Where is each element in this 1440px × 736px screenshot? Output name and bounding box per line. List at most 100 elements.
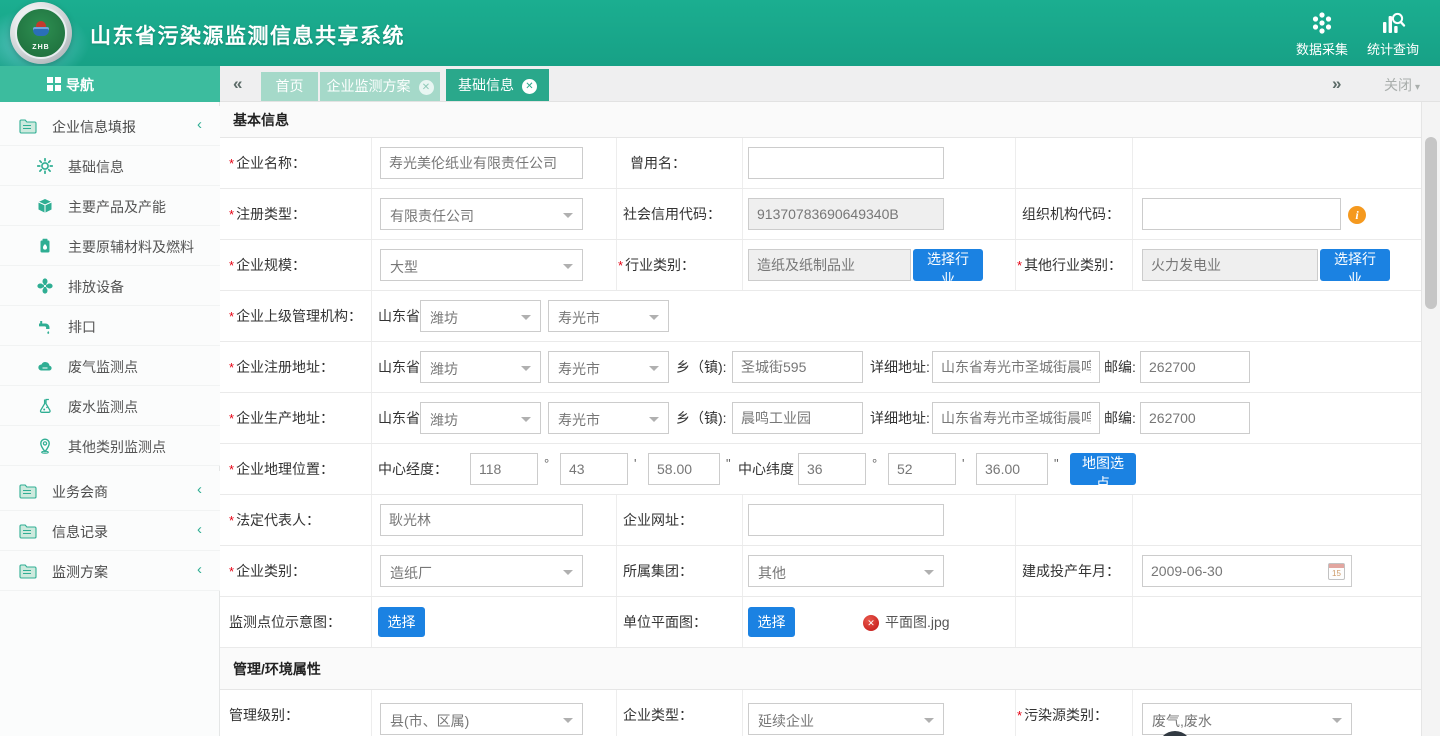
stats-query-button[interactable]: 统计查询 [1362,10,1424,58]
sidebar-item-enterprise-info-fill[interactable]: 企业信息填报 ‹ [0,106,220,146]
reg-detail-input[interactable] [932,351,1100,383]
prod-city-select[interactable]: 潍坊 [420,402,541,434]
reg-city-select[interactable]: 潍坊 [420,351,541,383]
fuel-icon [37,238,53,254]
prod-detail-input[interactable] [932,402,1100,434]
mgmt-level-select[interactable]: 县(市、区属) [380,703,583,735]
company-name-input[interactable] [380,147,583,179]
select-other-industry-button[interactable]: 选择行业 [1320,249,1390,281]
select-industry-button[interactable]: 选择行业 [913,249,983,281]
lat-deg-input[interactable] [798,453,866,485]
divider [1015,138,1016,188]
divider [371,597,372,647]
outlet-icon [37,318,53,334]
sidebar-item-business-consult[interactable]: 业务会商 ‹ [0,471,220,511]
divider [371,342,372,392]
lng-deg-input[interactable] [470,453,538,485]
divider [371,240,372,290]
sidebar-item-info-records[interactable]: 信息记录 ‹ [0,511,220,551]
sidebar-item-monitor-plan[interactable]: 监测方案 ‹ [0,551,220,591]
reg-county-select[interactable]: 寿光市 [548,351,669,383]
org-code-label: 组织机构代码： [1022,189,1120,240]
divider [742,597,743,647]
prod-county-select[interactable]: 寿光市 [548,402,669,434]
app-title: 山东省污染源监测信息共享系统 [90,20,405,50]
industry-label: *行业类别： [618,240,695,291]
info-icon[interactable]: i [1348,206,1366,224]
calendar-icon[interactable]: 15 [1328,563,1345,580]
divider [742,240,743,290]
location-pin-icon [37,438,53,454]
website-input[interactable] [748,504,944,536]
select-plan-button[interactable]: 选择 [748,607,795,637]
reg-address-label: *企业注册地址： [229,342,334,393]
data-collect-label: 数据采集 [1296,42,1348,57]
section-basic-info: 基本信息 [220,102,1421,138]
company-category-select[interactable]: 造纸厂 [380,555,583,587]
delete-file-icon[interactable]: ✕ [863,615,879,631]
close-icon[interactable]: ✕ [419,80,434,95]
logo-emblem: ZHB [15,7,67,59]
industry-input[interactable] [748,249,911,281]
tab-basic-label: 基础信息 [458,77,514,93]
reg-zip-input[interactable] [1140,351,1250,383]
divider [371,690,372,736]
lng-sec-input[interactable] [648,453,720,485]
form-row-company-name: *企业名称： 曾用名： [220,138,1421,189]
parent-org-county-select[interactable]: 寿光市 [548,300,669,332]
prod-town-input[interactable] [732,402,863,434]
legal-person-input[interactable] [380,504,583,536]
legal-person-label: *法定代表人： [229,495,320,546]
caret-down-icon [563,718,573,728]
data-collect-button[interactable]: 数据采集 [1290,10,1354,58]
map-pick-button[interactable]: 地图选点 [1070,453,1136,485]
other-industry-input[interactable] [1142,249,1318,281]
sidebar-item-raw-materials-fuel[interactable]: 主要原辅材料及燃料 [0,226,220,266]
folder-icon [19,563,37,579]
zip-label: 邮编: [1104,393,1136,444]
double-arrow-left-icon[interactable]: « [233,74,242,94]
vertical-scrollbar[interactable] [1422,102,1440,736]
tab-basic-info[interactable]: 基础信息 ✕ [446,69,549,101]
sidebar-item-basic-info[interactable]: 基础信息 [0,146,220,186]
lng-min-input[interactable] [560,453,628,485]
sidebar-item-waste-gas-points[interactable]: 废气监测点 [0,346,220,386]
sidebar-item-waste-water-points[interactable]: 废水监测点 [0,386,220,426]
divider [1015,546,1016,596]
select-sketch-button[interactable]: 选择 [378,607,425,637]
close-icon[interactable]: ✕ [522,79,537,94]
divider [742,546,743,596]
caret-down-icon [924,718,934,728]
monitor-sketch-label: 监测点位示意图： [229,597,341,648]
production-date-input[interactable] [1142,555,1352,587]
double-arrow-right-icon[interactable]: » [1332,74,1341,94]
credit-code-input[interactable] [748,198,944,230]
divider [371,444,372,494]
lat-sec-input[interactable] [976,453,1048,485]
scrollbar-thumb[interactable] [1425,137,1437,309]
tab-enterprise-monitor-plan[interactable]: 企业监测方案✕ [320,72,440,101]
divider [616,240,617,290]
former-name-input[interactable] [748,147,944,179]
org-code-input[interactable] [1142,198,1341,230]
close-tabs-menu[interactable]: 关闭▾ [1384,75,1420,95]
website-label: 企业网址： [623,495,693,546]
group-select[interactable]: 其他 [748,555,944,587]
register-type-select[interactable]: 有限责任公司 [380,198,583,230]
form-row-geo-location: *企业地理位置： 中心经度： ° ' " 中心纬度 ° ' " 地图选点 [220,444,1421,495]
gear-icon [37,158,53,174]
company-scale-select[interactable]: 大型 [380,249,583,281]
tab-home[interactable]: 首页 [261,72,318,101]
sidebar-item-emission-equipment[interactable]: 排放设备 [0,266,220,306]
reg-town-input[interactable] [732,351,863,383]
nav-toggle[interactable]: 导航 [0,66,220,102]
enterprise-type-select[interactable]: 延续企业 [748,703,944,735]
prod-zip-input[interactable] [1140,402,1250,434]
lat-min-input[interactable] [888,453,956,485]
sidebar-item-main-products[interactable]: 主要产品及产能 [0,186,220,226]
divider [371,138,372,188]
sidebar-item-outlets[interactable]: 排口 [0,306,220,346]
sidebar-item-other-monitor-points[interactable]: 其他类别监测点 [0,426,220,466]
caret-down-icon [649,417,659,427]
parent-org-city-select[interactable]: 潍坊 [420,300,541,332]
